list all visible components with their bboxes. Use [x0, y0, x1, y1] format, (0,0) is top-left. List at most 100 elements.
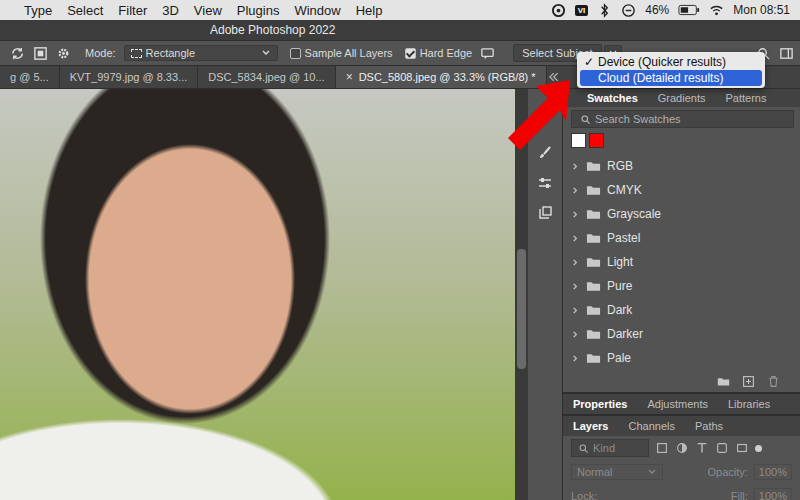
- menu-item[interactable]: Filter: [118, 3, 147, 18]
- gear-icon[interactable]: [56, 46, 71, 61]
- swatch-folder[interactable]: Dark: [563, 298, 800, 322]
- document-tab[interactable]: g @ 5...: [0, 66, 60, 88]
- menu-item[interactable]: 3D: [162, 3, 179, 18]
- photoshop-screen: Type Select Filter 3D View Plugins Window Help V…: [0, 0, 800, 500]
- scroll-thumb[interactable]: [517, 249, 526, 369]
- panel-tab[interactable]: Libraries: [726, 395, 772, 413]
- menu-item[interactable]: Plugins: [237, 3, 280, 18]
- chevron-right-icon[interactable]: [571, 330, 580, 339]
- panel-tab[interactable]: Gradients: [656, 89, 708, 107]
- collapse-panels-icon[interactable]: [547, 72, 560, 82]
- menu-item[interactable]: Help: [356, 3, 383, 18]
- blend-row: Normal Opacity: 100%: [563, 460, 800, 484]
- panel-tab[interactable]: Properties: [571, 395, 629, 413]
- smart-object-filter-icon[interactable]: [735, 441, 749, 455]
- wifi-icon[interactable]: [709, 3, 724, 18]
- sync-icon[interactable]: [621, 3, 636, 18]
- blend-mode-select[interactable]: Normal: [571, 464, 663, 480]
- photo[interactable]: [0, 89, 515, 500]
- layers-panel-tabs: Layers Channels Paths: [563, 414, 800, 436]
- document-tab[interactable]: DSC_5834.jpeg @ 10...: [198, 66, 335, 88]
- folder-icon: [586, 160, 601, 172]
- swatch-folder[interactable]: Pale: [563, 346, 800, 370]
- panel-tab[interactable]: Layers: [571, 417, 610, 435]
- title-bar: Adobe Photoshop 2022: [0, 20, 800, 40]
- battery-icon[interactable]: [678, 4, 700, 16]
- chevron-right-icon[interactable]: [571, 258, 580, 267]
- fill-field[interactable]: 100%: [754, 488, 792, 500]
- lock-row: Lock:Fill:100%: [563, 484, 800, 500]
- swatch-folder[interactable]: CMYK: [563, 178, 800, 202]
- clock[interactable]: Mon 08:51: [733, 3, 790, 17]
- menu-option[interactable]: ✓Device (Quicker results): [580, 54, 762, 70]
- close-tab-button[interactable]: ×: [346, 70, 353, 84]
- mode-select[interactable]: Rectangle: [124, 45, 278, 61]
- filter-toggle[interactable]: [755, 445, 762, 452]
- document-tab[interactable]: ×DSC_5808.jpeg @ 33.3% (RGB/8) *: [336, 66, 547, 88]
- trash-icon[interactable]: [767, 375, 780, 388]
- creative-cloud-icon[interactable]: [551, 3, 566, 18]
- menu-item[interactable]: Select: [67, 3, 103, 18]
- swatch[interactable]: [571, 133, 586, 148]
- adjustment-filter-icon[interactable]: [675, 441, 689, 455]
- chevron-right-icon[interactable]: [571, 354, 580, 363]
- menu-item[interactable]: Type: [24, 3, 52, 18]
- object-finder-icon[interactable]: [33, 46, 48, 61]
- battery-percent: 46%: [645, 3, 669, 17]
- lock-label: Lock:: [571, 490, 597, 500]
- option-checkbox[interactable]: Hard Edge: [405, 47, 473, 59]
- panel-tab[interactable]: Paths: [693, 417, 725, 435]
- chevron-right-icon[interactable]: [571, 282, 580, 291]
- menu-bar: Type Select Filter 3D View Plugins Window Help V…: [0, 0, 800, 20]
- workspace-icon[interactable]: [779, 46, 794, 61]
- document-tab[interactable]: KVT_9979.jpg @ 8.33...: [60, 66, 199, 88]
- panel-tab[interactable]: Swatches: [585, 89, 640, 107]
- panel-tab[interactable]: Adjustments: [645, 395, 710, 413]
- chevron-down-icon: [261, 48, 271, 58]
- history-icon[interactable]: [537, 205, 553, 221]
- shape-filter-icon[interactable]: [715, 441, 729, 455]
- menu-option[interactable]: Cloud (Detailed results): [580, 70, 762, 86]
- option-checkbox[interactable]: Sample All Layers: [290, 47, 393, 59]
- swatches-search[interactable]: Search Swatches: [571, 110, 794, 128]
- checkbox[interactable]: [290, 48, 301, 59]
- bluetooth-icon[interactable]: [597, 3, 612, 18]
- menu-item[interactable]: View: [194, 3, 222, 18]
- pixel-filter-icon[interactable]: [655, 441, 669, 455]
- swatch[interactable]: [589, 133, 604, 148]
- sliders-icon[interactable]: [537, 175, 553, 191]
- chevron-right-icon[interactable]: [571, 162, 580, 171]
- panel-tool-strip: [528, 89, 563, 500]
- swatch-folder[interactable]: Pure: [563, 274, 800, 298]
- new-group-icon[interactable]: [717, 375, 730, 388]
- right-panels: Swatches Gradients Patterns Search Swatches…: [563, 89, 800, 500]
- new-swatch-icon[interactable]: [742, 375, 755, 388]
- opacity-label: Opacity:: [708, 466, 748, 478]
- panel-tab[interactable]: Channels: [626, 417, 676, 435]
- chevron-right-icon[interactable]: [571, 186, 580, 195]
- swatch-folder[interactable]: Darker: [563, 322, 800, 346]
- menu-item[interactable]: Window: [294, 3, 340, 18]
- refresh-icon[interactable]: [10, 46, 25, 61]
- chevron-right-icon[interactable]: [571, 234, 580, 243]
- feedback-icon[interactable]: [480, 46, 495, 61]
- vertical-scrollbar[interactable]: [515, 89, 528, 500]
- panel-tab[interactable]: Patterns: [723, 89, 768, 107]
- input-source[interactable]: VI: [575, 5, 589, 16]
- swatches-footer: [563, 370, 800, 392]
- swatch-folder[interactable]: Pastel: [563, 226, 800, 250]
- swatch-folder[interactable]: Grayscale: [563, 202, 800, 226]
- swatch-folder[interactable]: Light: [563, 250, 800, 274]
- type-filter-icon[interactable]: [695, 441, 709, 455]
- folder-icon: [586, 280, 601, 292]
- rectangle-icon: [131, 49, 142, 58]
- checkbox[interactable]: [405, 48, 416, 59]
- swatch-folder[interactable]: RGB: [563, 154, 800, 178]
- opacity-field[interactable]: 100%: [754, 464, 792, 480]
- recent-swatches: [563, 131, 800, 150]
- chevron-right-icon[interactable]: [571, 210, 580, 219]
- brush-icon[interactable]: [537, 145, 553, 161]
- select-subject-menu: ✓Device (Quicker results)Cloud (Detailed…: [577, 52, 765, 88]
- chevron-right-icon[interactable]: [571, 306, 580, 315]
- layer-kind-filter[interactable]: Kind: [571, 439, 649, 457]
